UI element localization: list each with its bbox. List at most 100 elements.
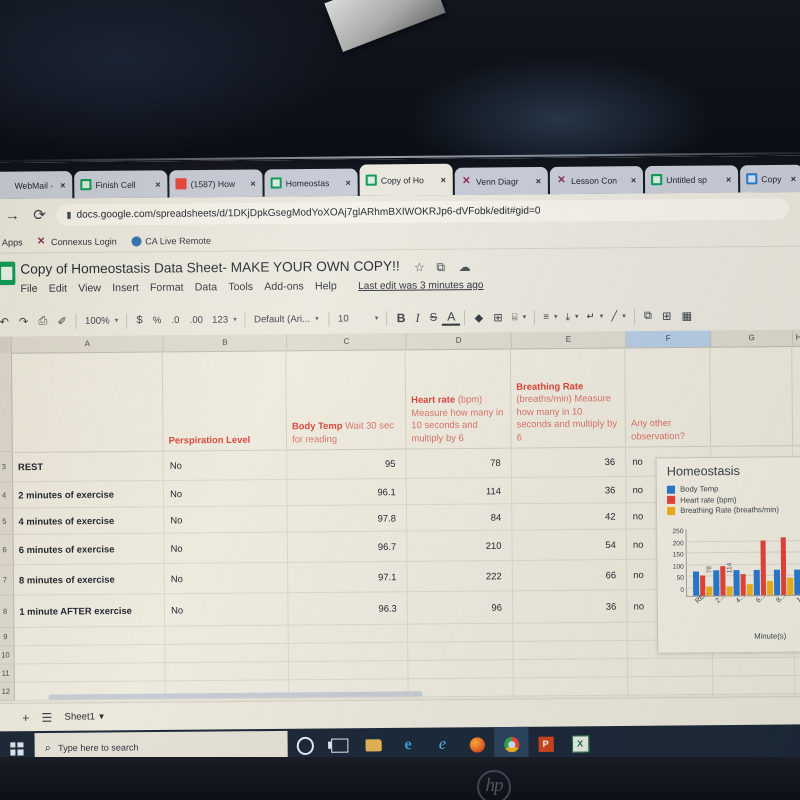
insert-comment-button[interactable]: ⊞: [657, 309, 677, 322]
table-cell[interactable]: 36: [513, 590, 628, 622]
insert-chart-button[interactable]: ▦: [676, 309, 697, 322]
menu-file[interactable]: File: [20, 283, 37, 295]
table-cell[interactable]: [13, 627, 165, 646]
row-header-9[interactable]: 9: [0, 628, 14, 646]
header-cell-E[interactable]: Breathing Rate (breaths/min) Measure how…: [511, 347, 626, 447]
bookmark-0[interactable]: Apps: [2, 237, 23, 247]
table-cell[interactable]: [289, 625, 409, 643]
table-cell[interactable]: [514, 659, 629, 677]
row-header-10[interactable]: 10: [0, 646, 14, 664]
close-icon[interactable]: ×: [631, 175, 638, 185]
table-cell[interactable]: 95: [287, 449, 407, 479]
menu-view[interactable]: View: [78, 282, 101, 294]
strikethrough-button[interactable]: S: [425, 312, 443, 324]
browser-tab-5[interactable]: ✕Venn Diagr×: [455, 167, 548, 195]
excel-icon[interactable]: X: [563, 726, 598, 761]
undo-button[interactable]: ↶: [0, 315, 14, 328]
browser-tab-2[interactable]: (1587) How×: [169, 169, 262, 197]
borders-button[interactable]: ⊞: [488, 311, 508, 324]
bookmark-1[interactable]: ✕Connexus Login: [37, 236, 117, 247]
table-cell[interactable]: 84: [407, 504, 512, 530]
row-header-4[interactable]: 4: [0, 482, 12, 508]
homeostasis-chart[interactable]: Homeostasis Body TempHeart rate (bpm)Bre…: [656, 456, 800, 654]
column-header-E[interactable]: E: [512, 331, 626, 348]
bookmark-2[interactable]: CA Live Remote: [131, 235, 211, 246]
table-cell[interactable]: No: [165, 563, 289, 593]
row-header-6[interactable]: 6: [0, 535, 13, 566]
star-icon[interactable]: ☆: [414, 260, 425, 274]
table-cell[interactable]: [513, 641, 628, 659]
add-sheet-button[interactable]: +: [22, 710, 29, 724]
vertical-align-button[interactable]: ⤓▾: [562, 311, 583, 322]
table-cell[interactable]: 36: [512, 477, 627, 503]
italic-button[interactable]: I: [410, 310, 424, 325]
table-cell[interactable]: [628, 677, 713, 695]
browser-tab-6[interactable]: ✕Lesson Con×: [550, 166, 643, 194]
table-cell[interactable]: [289, 661, 409, 679]
header-cell-H[interactable]: [792, 346, 800, 445]
header-cell-F[interactable]: Any other observation?: [625, 347, 711, 447]
paint-format-button[interactable]: ✐: [52, 314, 72, 327]
column-header-G[interactable]: G: [711, 330, 793, 347]
table-cell[interactable]: 78: [406, 448, 512, 478]
close-icon[interactable]: ×: [60, 180, 67, 190]
menu-edit[interactable]: Edit: [49, 282, 67, 294]
table-cell[interactable]: [408, 624, 513, 642]
header-cell-B[interactable]: Perspiration Level: [163, 350, 287, 450]
text-color-button[interactable]: A: [442, 310, 460, 325]
table-cell[interactable]: No: [164, 533, 288, 563]
address-bar[interactable]: ▮ docs.google.com/spreadsheets/d/1DKjDpk…: [56, 198, 789, 226]
document-title[interactable]: Copy of Homeostasis Data Sheet- MAKE YOU…: [20, 258, 399, 276]
table-cell[interactable]: 4 minutes of exercise: [12, 507, 164, 534]
text-rotation-button[interactable]: ╱▾: [607, 310, 630, 321]
table-cell[interactable]: 96.7: [288, 531, 408, 561]
close-icon[interactable]: ×: [250, 178, 257, 188]
horizontal-align-button[interactable]: ≡▾: [539, 311, 561, 322]
column-header-A[interactable]: A: [12, 335, 164, 353]
row-header-3[interactable]: 3: [0, 452, 12, 483]
font-size-select[interactable]: 10▾: [334, 313, 383, 325]
table-cell[interactable]: [513, 623, 628, 641]
zoom-select[interactable]: 100%▾: [81, 315, 122, 326]
close-icon[interactable]: ×: [536, 176, 543, 186]
menu-add-ons[interactable]: Add-ons: [264, 280, 304, 292]
column-header-H[interactable]: H: [793, 330, 800, 346]
table-cell[interactable]: [165, 644, 289, 662]
close-icon[interactable]: ×: [345, 177, 352, 187]
table-cell[interactable]: [289, 643, 409, 661]
insert-link-button[interactable]: ⧉: [639, 309, 657, 322]
table-cell[interactable]: 96: [408, 591, 514, 623]
table-cell[interactable]: [14, 663, 166, 682]
table-cell[interactable]: 222: [407, 561, 513, 591]
header-cell-A[interactable]: [11, 351, 164, 451]
browser-tab-0[interactable]: WebMail -×: [0, 171, 72, 199]
table-cell[interactable]: 1 minute AFTER exercise: [13, 594, 165, 627]
table-cell[interactable]: REST: [12, 451, 164, 482]
move-to-folder-icon[interactable]: ⧉: [436, 260, 445, 275]
fill-color-button[interactable]: ◆: [469, 311, 488, 324]
table-cell[interactable]: [713, 676, 795, 694]
browser-tab-1[interactable]: Finish Cell×: [74, 170, 167, 198]
table-cell[interactable]: [408, 660, 513, 678]
merge-cells-button[interactable]: ⌸▾: [508, 311, 531, 322]
table-cell[interactable]: [514, 677, 629, 695]
browser-tab-3[interactable]: Homeostas×: [264, 169, 357, 197]
close-icon[interactable]: ×: [791, 173, 798, 183]
row-header-hdr[interactable]: [0, 353, 12, 452]
print-button[interactable]: ⎙: [33, 314, 52, 327]
table-cell[interactable]: 2 minutes of exercise: [12, 481, 164, 508]
row-header-11[interactable]: 11: [0, 664, 14, 682]
menu-tools[interactable]: Tools: [228, 281, 253, 293]
header-cell-G[interactable]: [710, 346, 793, 446]
header-cell-D[interactable]: Heart rate (bpm) Measure how many in 10 …: [406, 348, 512, 448]
table-cell[interactable]: [713, 658, 795, 676]
table-cell[interactable]: [165, 626, 289, 644]
table-cell[interactable]: [795, 676, 800, 693]
table-cell[interactable]: 114: [407, 478, 512, 504]
table-cell[interactable]: [165, 662, 289, 680]
menu-insert[interactable]: Insert: [112, 282, 139, 294]
browser-tab-7[interactable]: Untitled sp×: [645, 165, 738, 193]
menu-help[interactable]: Help: [315, 280, 337, 292]
cloud-status-icon[interactable]: ☁: [458, 260, 470, 274]
browser-tab-4[interactable]: Copy of Ho×: [359, 164, 452, 196]
